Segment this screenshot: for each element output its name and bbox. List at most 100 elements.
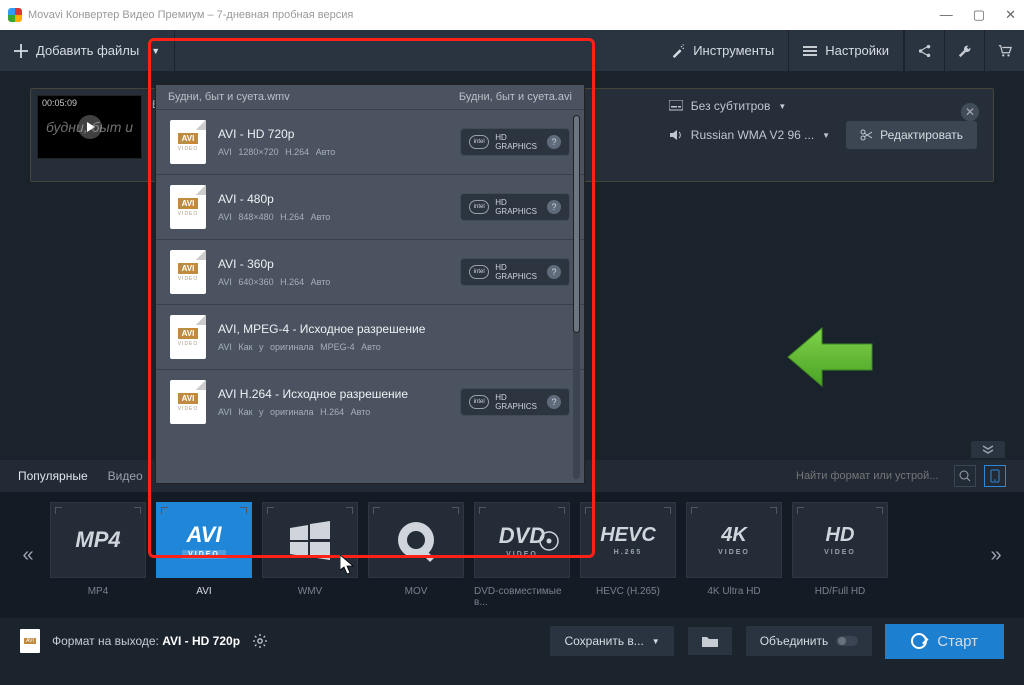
chevron-down-icon: ▼	[151, 46, 160, 56]
format-tile-box: DVDVIDEO	[474, 502, 570, 578]
chevron-down-icon: ▼	[652, 637, 660, 646]
app-root: Добавить файлы ▼ Инструменты Настройки 0…	[0, 30, 1024, 685]
edit-label: Редактировать	[880, 128, 963, 142]
preset-item[interactable]: AVIVIDEO AVI, MPEG-4 - Исходное разрешен…	[156, 304, 584, 369]
preset-title: AVI - 360p	[218, 257, 448, 271]
save-in-button[interactable]: Сохранить в... ▼	[549, 625, 674, 657]
preset-detail: AVI Как у оригинала H.264 Авто	[218, 407, 448, 417]
collapse-panel-button[interactable]	[970, 440, 1006, 458]
format-tile-avi[interactable]: AVIVIDEOAVI	[156, 502, 252, 608]
toggle-off-icon	[836, 635, 858, 647]
format-tile-dvd-совместимые в...[interactable]: DVDVIDEO DVD-совместимые в...	[474, 502, 570, 608]
format-tile-label: DVD-совместимые в...	[474, 586, 570, 608]
output-value: AVI - HD 720p	[162, 634, 240, 648]
format-search-input[interactable]	[796, 470, 946, 482]
preset-scrollbar[interactable]	[573, 115, 580, 479]
intel-hd-badge: intelHDGRAPHICS?	[460, 258, 570, 286]
intel-hd-badge: intelHDGRAPHICS?	[460, 128, 570, 156]
preset-text: AVI - HD 720p AVI 1280×720 H.264 Авто	[218, 127, 448, 157]
preset-text: AVI - 480p AVI 848×480 H.264 Авто	[218, 192, 448, 222]
info-icon[interactable]: ?	[547, 265, 561, 279]
preset-detail: AVI 1280×720 H.264 Авто	[218, 147, 448, 157]
tab-video[interactable]: Видео	[108, 469, 143, 483]
chevron-down-icon: ▼	[778, 102, 786, 111]
info-icon[interactable]: ?	[547, 395, 561, 409]
tab-popular[interactable]: Популярные	[18, 469, 88, 483]
wrench-button[interactable]	[944, 30, 984, 71]
audio-track-label: Russian WMA V2 96 ...	[691, 128, 814, 142]
hamburger-icon	[803, 46, 817, 56]
audio-track-select[interactable]: Russian WMA V2 96 ... ▼	[669, 121, 830, 149]
preset-text: AVI - 360p AVI 640×360 H.264 Авто	[218, 257, 448, 287]
convert-icon	[911, 633, 927, 649]
close-icon[interactable]: ✕	[1005, 7, 1016, 23]
format-tile-label: HD/Full HD	[815, 586, 866, 597]
format-tile-mp4[interactable]: MP4MP4	[50, 502, 146, 608]
format-tile-mov[interactable]: MOV	[368, 502, 464, 608]
search-icon	[959, 470, 971, 482]
edit-button[interactable]: Редактировать	[846, 121, 977, 149]
window-title: Movavi Конвертер Видео Премиум – 7-дневн…	[28, 9, 353, 21]
open-folder-button[interactable]	[687, 626, 733, 656]
remove-file-button[interactable]: ✕	[961, 103, 979, 121]
preset-item[interactable]: AVIVIDEO AVI - 480p AVI 848×480 H.264 Ав…	[156, 174, 584, 239]
format-tile-hevc (h.265)[interactable]: HEVCH.265HEVC (H.265)	[580, 502, 676, 608]
top-toolbar: Добавить файлы ▼ Инструменты Настройки	[0, 30, 1024, 72]
info-icon[interactable]: ?	[547, 135, 561, 149]
window-chrome: Movavi Конвертер Видео Премиум – 7-дневн…	[0, 0, 1024, 30]
share-button[interactable]	[904, 30, 944, 71]
format-tile-4k ultra hd[interactable]: 4KVIDEO4K Ultra HD	[686, 502, 782, 608]
carousel-prev[interactable]: «	[16, 544, 40, 567]
tools-button[interactable]: Инструменты	[657, 30, 789, 71]
output-settings-button[interactable]	[252, 633, 268, 649]
output-format-file-icon: AVI	[20, 629, 40, 653]
preset-file-icon: AVIVIDEO	[170, 315, 206, 359]
window-buttons: — ▢ ✕	[940, 7, 1016, 23]
app-logo	[8, 8, 22, 22]
minimize-icon[interactable]: —	[940, 7, 953, 23]
preset-item[interactable]: AVIVIDEO AVI - HD 720p AVI 1280×720 H.26…	[156, 109, 584, 174]
plus-icon	[14, 44, 28, 58]
folder-icon	[702, 635, 718, 647]
preset-item[interactable]: AVIVIDEO AVI H.264 - Исходное разрешение…	[156, 369, 584, 434]
preset-file-icon: AVIVIDEO	[170, 120, 206, 164]
preset-item[interactable]: AVIVIDEO AVI - 360p AVI 640×360 H.264 Ав…	[156, 239, 584, 304]
preset-title: AVI - HD 720p	[218, 127, 448, 141]
preset-detail: AVI 848×480 H.264 Авто	[218, 212, 448, 222]
subtitles-label: Без субтитров	[691, 99, 771, 113]
preset-header-left: Будни, быт и суета.wmv	[168, 91, 290, 103]
scissors-icon	[860, 129, 872, 141]
format-tile-label: WMV	[298, 586, 322, 597]
search-button[interactable]	[954, 465, 976, 487]
preset-file-icon: AVIVIDEO	[170, 250, 206, 294]
carousel-next[interactable]: »	[984, 544, 1008, 567]
format-tile-label: HEVC (H.265)	[596, 586, 660, 597]
format-tile-label: 4K Ultra HD	[707, 586, 760, 597]
preset-text: AVI, MPEG-4 - Исходное разрешение AVI Ка…	[218, 322, 570, 352]
start-button[interactable]: Старт	[885, 624, 1004, 659]
timecode: 00:05:09	[42, 98, 77, 108]
preset-header-right: Будни, быт и суета.avi	[459, 91, 572, 103]
video-thumbnail[interactable]: 00:05:09 будни, быт и	[37, 95, 142, 159]
wrench-icon	[958, 44, 972, 58]
merge-button[interactable]: Объединить	[745, 625, 874, 657]
output-format-text: Формат на выходе: AVI - HD 720p	[52, 634, 240, 648]
chevron-down-icon: ▼	[822, 131, 830, 140]
format-tile-box: HDVIDEO	[792, 502, 888, 578]
settings-button[interactable]: Настройки	[789, 30, 904, 71]
cart-button[interactable]	[984, 30, 1024, 71]
subtitles-select[interactable]: Без субтитров ▼	[669, 99, 786, 113]
device-detect-button[interactable]	[984, 465, 1006, 487]
maximize-icon[interactable]: ▢	[973, 7, 985, 23]
preset-text: AVI H.264 - Исходное разрешение AVI Как …	[218, 387, 448, 417]
preset-detail: AVI 640×360 H.264 Авто	[218, 277, 448, 287]
info-icon[interactable]: ?	[547, 200, 561, 214]
format-tile-hd/full hd[interactable]: HDVIDEO HD/Full HD	[792, 502, 888, 608]
format-tile-wmv[interactable]: WMV	[262, 502, 358, 608]
format-tile-box	[368, 502, 464, 578]
subtitle-icon	[669, 100, 683, 112]
intel-hd-badge: intelHDGRAPHICS?	[460, 193, 570, 221]
preset-header: Будни, быт и суета.wmv Будни, быт и сует…	[156, 85, 584, 109]
add-files-button[interactable]: Добавить файлы ▼	[0, 30, 175, 71]
preset-title: AVI, MPEG-4 - Исходное разрешение	[218, 322, 570, 336]
